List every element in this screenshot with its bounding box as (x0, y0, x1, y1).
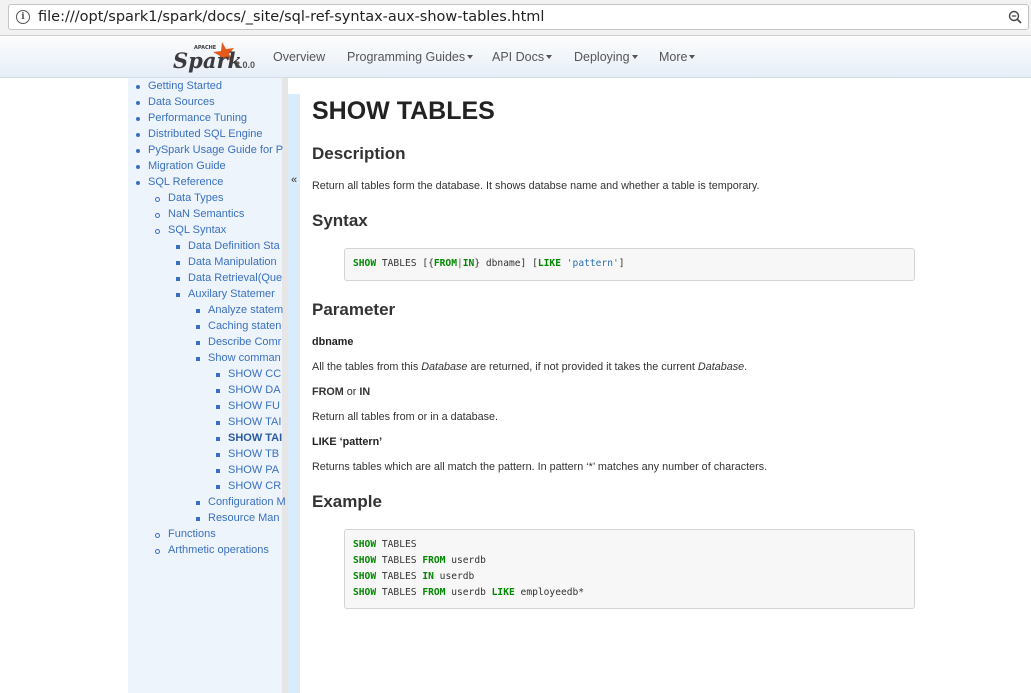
list-bullet (136, 101, 140, 105)
sidebar-item-arthmetic-operations[interactable]: Arthmetic operations (168, 544, 269, 556)
list-bullet (196, 341, 200, 345)
sidebar-item-data-types[interactable]: Data Types (168, 192, 223, 204)
zoom-icon[interactable] (1008, 10, 1022, 24)
sidebar-item-getting-started[interactable]: Getting Started (148, 80, 222, 92)
param-like: LIKE ‘pattern’ (312, 436, 383, 448)
sidebar-item-caching-statements[interactable]: Caching staten (208, 320, 281, 332)
sidebar-item-show-create-table[interactable]: SHOW CR (228, 480, 281, 492)
sidebar-item-nan-semantics[interactable]: NaN Semantics (168, 208, 244, 220)
list-bullet (155, 533, 160, 538)
nav-deploying[interactable]: Deploying (574, 50, 638, 64)
info-icon[interactable]: i (16, 10, 30, 24)
caret-down-icon (467, 55, 474, 59)
example-code-line: SHOW TABLES (353, 539, 417, 550)
sidebar-item-show-columns[interactable]: SHOW CC (228, 368, 281, 380)
sidebar-item-functions[interactable]: Functions (168, 528, 216, 540)
list-bullet (155, 229, 160, 234)
example-code-block: SHOW TABLES SHOW TABLES FROM userdb SHOW… (344, 529, 915, 609)
list-bullet (196, 309, 200, 313)
svg-text:APACHE: APACHE (194, 45, 217, 51)
sidebar-item-pyspark-usage-guide[interactable]: PySpark Usage Guide for P (148, 144, 283, 156)
sidebar-item-sql-syntax[interactable]: SQL Syntax (168, 224, 226, 236)
list-bullet (176, 277, 180, 281)
sidebar-item-data-sources[interactable]: Data Sources (148, 96, 215, 108)
syntax-code-block: SHOW TABLES [{FROM|IN} dbname] [LIKE 'pa… (344, 248, 915, 281)
sidebar-item-describe-commands[interactable]: Describe Comr (208, 336, 281, 348)
param-dbname: dbname (312, 336, 354, 348)
nav-more[interactable]: More (659, 50, 696, 64)
param-like-desc: Returns tables which are all match the p… (312, 461, 768, 473)
svg-text:Spark: Spark (173, 48, 242, 73)
sidebar-item-show-commands[interactable]: Show comman (208, 352, 281, 364)
sidebar-item-data-retrieval[interactable]: Data Retrieval(Que (188, 272, 282, 284)
nav-programming-guides[interactable]: Programming Guides (347, 50, 474, 64)
nav-overview[interactable]: Overview (273, 50, 325, 64)
list-bullet (216, 469, 220, 473)
param-from-desc: Return all tables from or in a database. (312, 411, 499, 423)
list-bullet (216, 485, 220, 489)
spark-version: 3.0.0 (235, 60, 256, 70)
list-bullet (196, 517, 200, 521)
list-bullet (136, 133, 140, 137)
list-bullet (176, 245, 180, 249)
sidebar-item-performance-tuning[interactable]: Performance Tuning (148, 112, 247, 124)
example-code-line: SHOW TABLES IN userdb (353, 571, 475, 582)
sidebar-item-distributed-sql-engine[interactable]: Distributed SQL Engine (148, 128, 263, 140)
sidebar-item-show-tables-active[interactable]: SHOW TAI (228, 432, 282, 444)
example-heading: Example (312, 492, 382, 511)
example-code-line: SHOW TABLES FROM userdb LIKE employeedb* (353, 587, 585, 598)
list-bullet (176, 261, 180, 265)
sidebar-item-sql-reference[interactable]: SQL Reference (148, 176, 223, 188)
nav-api-docs[interactable]: API Docs (492, 50, 553, 64)
list-bullet (155, 197, 160, 202)
example-code-line: SHOW TABLES FROM userdb (353, 555, 486, 566)
sidebar-item-show-tblproperties[interactable]: SHOW TB (228, 448, 279, 460)
sidebar-item-data-definition[interactable]: Data Definition Sta (188, 240, 280, 252)
list-bullet (216, 389, 220, 393)
sidebar-item-configuration-management[interactable]: Configuration M (208, 496, 286, 508)
syntax-heading: Syntax (312, 211, 368, 230)
list-bullet (196, 325, 200, 329)
sidebar-item-show-partitions[interactable]: SHOW PA (228, 464, 279, 476)
sidebar-item-auxilary-statements[interactable]: Auxilary Statemer (188, 288, 275, 300)
list-bullet (155, 549, 160, 554)
list-bullet (196, 501, 200, 505)
collapse-sidebar-icon[interactable]: « (291, 174, 297, 186)
list-bullet (136, 165, 140, 169)
list-bullet (196, 357, 200, 361)
list-bullet (216, 437, 220, 441)
sidebar-item-analyze-statement[interactable]: Analyze statem (208, 304, 283, 316)
sidebar-item-show-table[interactable]: SHOW TAI (228, 416, 281, 428)
syntax-code-line: SHOW TABLES [{FROM|IN} dbname] [LIKE 'pa… (353, 258, 625, 269)
page-title: SHOW TABLES (312, 97, 495, 125)
sidebar-item-resource-management[interactable]: Resource Man (208, 512, 280, 524)
url-text[interactable]: file:///opt/spark1/spark/docs/_site/sql-… (38, 9, 544, 25)
sidebar-item-show-functions[interactable]: SHOW FU (228, 400, 280, 412)
parameter-heading: Parameter (312, 300, 396, 319)
site-navbar: Spark APACHE 3.0.0 Overview Programming … (0, 36, 1031, 78)
list-bullet (136, 85, 140, 89)
sidebar-item-show-databases[interactable]: SHOW DA (228, 384, 281, 396)
list-bullet (216, 405, 220, 409)
list-bullet (136, 181, 140, 185)
list-bullet (216, 421, 220, 425)
param-dbname-desc: All the tables from this Database are re… (312, 361, 748, 373)
list-bullet (216, 453, 220, 457)
caret-down-icon (689, 55, 696, 59)
caret-down-icon (546, 55, 553, 59)
list-bullet (216, 373, 220, 377)
browser-toolbar: i file:///opt/spark1/spark/docs/_site/sq… (0, 0, 1031, 36)
list-bullet (136, 117, 140, 121)
caret-down-icon (631, 55, 638, 59)
list-bullet (176, 293, 180, 297)
sidebar-item-migration-guide[interactable]: Migration Guide (148, 160, 226, 172)
sidebar-item-data-manipulation[interactable]: Data Manipulation (188, 256, 277, 268)
param-from-in: FROM or IN (312, 386, 371, 398)
description-text: Return all tables form the database. It … (312, 180, 760, 192)
list-bullet (136, 149, 140, 153)
list-bullet (155, 213, 160, 218)
description-heading: Description (312, 144, 406, 163)
address-bar[interactable]: i file:///opt/spark1/spark/docs/_site/sq… (8, 4, 1029, 30)
